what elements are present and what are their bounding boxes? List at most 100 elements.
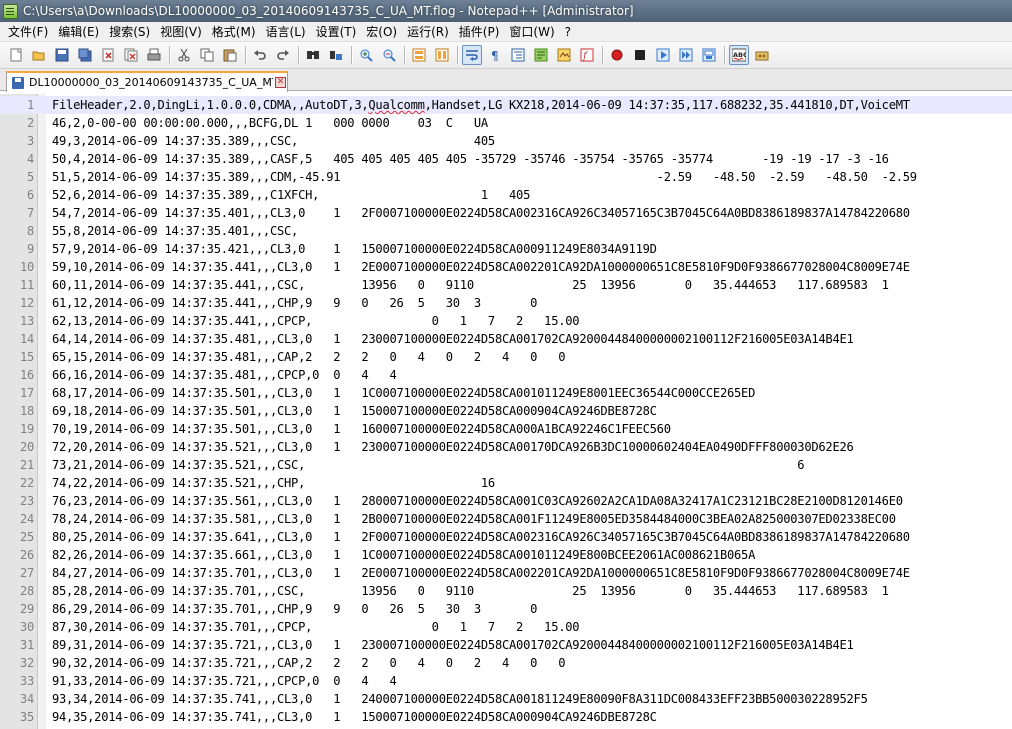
run-macro-multiple-button[interactable]	[676, 45, 696, 65]
editor-line[interactable]: 22 74,22,2014-06-09 14:37:35.521,,,CHP, 1…	[0, 474, 1012, 492]
title-bar: C:\Users\a\Downloads\DL10000000_03_20140…	[0, 0, 1012, 22]
editor-line[interactable]: 9 57,9,2014-06-09 14:37:35.421,,,CL3,0 1 …	[0, 240, 1012, 258]
notepad-plus-plus-icon	[3, 3, 18, 19]
open-file-button[interactable]	[29, 45, 49, 65]
editor-line[interactable]: 18 69,18,2014-06-09 14:37:35.501,,,CL3,0 …	[0, 402, 1012, 420]
editor-line[interactable]: 1 FileHeader,2.0,DingLi,1.0.0.0,CDMA,,Aut…	[0, 96, 1012, 114]
plugin-button[interactable]	[752, 45, 772, 65]
editor-line[interactable]: 24 78,24,2014-06-09 14:37:35.581,,,CL3,0 …	[0, 510, 1012, 528]
menu-item-1[interactable]: 编辑(E)	[54, 22, 105, 42]
close-all-button[interactable]	[121, 45, 141, 65]
editor-line[interactable]: 34 93,34,2014-06-09 14:37:35.741,,,CL3,0 …	[0, 690, 1012, 708]
line-text: 68,17,2014-06-09 14:37:35.501,,,CL3,0 1 …	[52, 386, 756, 400]
tab-flog-file[interactable]: DL10000000_03_20140609143735_C_UA_MT.flo…	[6, 71, 288, 92]
function-list-button[interactable]: f	[577, 45, 597, 65]
editor-line[interactable]: 25 80,25,2014-06-09 14:37:35.641,,,CL3,0 …	[0, 528, 1012, 546]
editor-line[interactable]: 7 54,7,2014-06-09 14:37:35.401,,,CL3,0 1 …	[0, 204, 1012, 222]
print-button[interactable]	[144, 45, 164, 65]
line-text: 86,29,2014-06-09 14:37:35.701,,,CHP,9 9 …	[52, 602, 538, 616]
line-number: 6	[27, 188, 34, 202]
menu-item-2[interactable]: 搜索(S)	[105, 22, 156, 42]
stop-macro-button[interactable]	[630, 45, 650, 65]
redo-button[interactable]	[273, 45, 293, 65]
menu-item-3[interactable]: 视图(V)	[156, 22, 208, 42]
toolbar-separator	[351, 46, 352, 64]
editor-line[interactable]: 14 64,14,2014-06-09 14:37:35.481,,,CL3,0 …	[0, 330, 1012, 348]
word-wrap-button[interactable]	[462, 45, 482, 65]
editor-line[interactable]: 11 60,11,2014-06-09 14:37:35.441,,,CSC, 1…	[0, 276, 1012, 294]
undo-button[interactable]	[250, 45, 270, 65]
sync-horizontal-button[interactable]	[432, 45, 452, 65]
toolbar-separator	[298, 46, 299, 64]
close-icon	[102, 48, 114, 62]
record-macro-button[interactable]	[607, 45, 627, 65]
editor-line[interactable]: 26 82,26,2014-06-09 14:37:35.661,,,CL3,0 …	[0, 546, 1012, 564]
find-button[interactable]	[303, 45, 323, 65]
editor[interactable]: 1 FileHeader,2.0,DingLi,1.0.0.0,CDMA,,Aut…	[0, 94, 1012, 729]
sync-vertical-button[interactable]	[409, 45, 429, 65]
line-number: 4	[27, 152, 34, 166]
save-all-button[interactable]	[75, 45, 95, 65]
line-text: 69,18,2014-06-09 14:37:35.501,,,CL3,0 1 …	[52, 404, 657, 418]
line-text: 61,12,2014-06-09 14:37:35.441,,,CHP,9 9 …	[52, 296, 538, 310]
paste-button[interactable]	[220, 45, 240, 65]
editor-line[interactable]: 15 65,15,2014-06-09 14:37:35.481,,,CAP,2 …	[0, 348, 1012, 366]
editor-line[interactable]: 2 46,2,0-00-00 00:00:00.000,,,BCFG,DL 1 0…	[0, 114, 1012, 132]
menu-item-6[interactable]: 设置(T)	[312, 22, 363, 42]
editor-line[interactable]: 17 68,17,2014-06-09 14:37:35.501,,,CL3,0 …	[0, 384, 1012, 402]
save-button[interactable]	[52, 45, 72, 65]
editor-line[interactable]: 28 85,28,2014-06-09 14:37:35.701,,,CSC, 1…	[0, 582, 1012, 600]
line-text: 55,8,2014-06-09 14:37:35.401,,,CSC,	[52, 224, 299, 238]
zoom-in-button[interactable]	[356, 45, 376, 65]
menu-item-11[interactable]: ?	[561, 22, 577, 42]
editor-line[interactable]: 8 55,8,2014-06-09 14:37:35.401,,,CSC,	[0, 222, 1012, 240]
editor-line[interactable]: 10 59,10,2014-06-09 14:37:35.441,,,CL3,0 …	[0, 258, 1012, 276]
editor-line[interactable]: 33 91,33,2014-06-09 14:37:35.721,,,CPCP,0…	[0, 672, 1012, 690]
editor-line[interactable]: 31 89,31,2014-06-09 14:37:35.721,,,CL3,0 …	[0, 636, 1012, 654]
replace-button[interactable]	[326, 45, 346, 65]
editor-line[interactable]: 3 49,3,2014-06-09 14:37:35.389,,,CSC, 405	[0, 132, 1012, 150]
menu-item-9[interactable]: 插件(P)	[455, 22, 506, 42]
line-number: 5	[27, 170, 34, 184]
editor-line[interactable]: 16 66,16,2014-06-09 14:37:35.481,,,CPCP,0…	[0, 366, 1012, 384]
spell-check-button[interactable]: ABC	[729, 45, 749, 65]
menu-item-5[interactable]: 语言(L)	[262, 22, 312, 42]
line-text: 46,2,0-00-00 00:00:00.000,,,BCFG,DL 1 00…	[52, 116, 488, 130]
editor-line[interactable]: 19 70,19,2014-06-09 14:37:35.501,,,CL3,0 …	[0, 420, 1012, 438]
indent-guide-button[interactable]	[508, 45, 528, 65]
editor-line[interactable]: 21 73,21,2014-06-09 14:37:35.521,,,CSC, 6	[0, 456, 1012, 474]
menu-item-4[interactable]: 格式(M)	[208, 22, 262, 42]
editor-line[interactable]: 29 86,29,2014-06-09 14:37:35.701,,,CHP,9 …	[0, 600, 1012, 618]
menu-item-0[interactable]: 文件(F)	[4, 22, 54, 42]
editor-line[interactable]: 27 84,27,2014-06-09 14:37:35.701,,,CL3,0 …	[0, 564, 1012, 582]
close-button[interactable]	[98, 45, 118, 65]
line-number: 29	[20, 602, 34, 616]
line-text: FileHeader,2.0,DingLi,1.0.0.0,CDMA,,Auto…	[52, 98, 910, 112]
save-macro-button[interactable]	[699, 45, 719, 65]
zoom-out-button[interactable]	[379, 45, 399, 65]
editor-line[interactable]: 35 94,35,2014-06-09 14:37:35.741,,,CL3,0 …	[0, 708, 1012, 726]
menu-item-7[interactable]: 宏(O)	[362, 22, 403, 42]
tab-close-icon[interactable]: ✕	[275, 77, 286, 88]
doc-map-button[interactable]	[554, 45, 574, 65]
line-text: 85,28,2014-06-09 14:37:35.701,,,CSC, 139…	[52, 584, 889, 598]
line-text: 84,27,2014-06-09 14:37:35.701,,,CL3,0 1 …	[52, 566, 910, 580]
show-all-chars-button[interactable]: ¶	[485, 45, 505, 65]
line-text: 50,4,2014-06-09 14:37:35.389,,,CASF,5 40…	[52, 152, 889, 166]
editor-line[interactable]: 12 61,12,2014-06-09 14:37:35.441,,,CHP,9 …	[0, 294, 1012, 312]
editor-line[interactable]: 6 52,6,2014-06-09 14:37:35.389,,,C1XFCH, …	[0, 186, 1012, 204]
menu-item-10[interactable]: 窗口(W)	[505, 22, 560, 42]
menu-item-8[interactable]: 运行(R)	[403, 22, 455, 42]
cut-button[interactable]	[174, 45, 194, 65]
editor-line[interactable]: 23 76,23,2014-06-09 14:37:35.561,,,CL3,0 …	[0, 492, 1012, 510]
editor-line[interactable]: 5 51,5,2014-06-09 14:37:35.389,,,CDM,-45.…	[0, 168, 1012, 186]
new-file-button[interactable]	[6, 45, 26, 65]
play-macro-button[interactable]	[653, 45, 673, 65]
editor-line[interactable]: 4 50,4,2014-06-09 14:37:35.389,,,CASF,5 4…	[0, 150, 1012, 168]
editor-line[interactable]: 20 72,20,2014-06-09 14:37:35.521,,,CL3,0 …	[0, 438, 1012, 456]
copy-button[interactable]	[197, 45, 217, 65]
editor-line[interactable]: 13 62,13,2014-06-09 14:37:35.441,,,CPCP, …	[0, 312, 1012, 330]
user-lang-button[interactable]	[531, 45, 551, 65]
editor-line[interactable]: 32 90,32,2014-06-09 14:37:35.721,,,CAP,2 …	[0, 654, 1012, 672]
editor-line[interactable]: 30 87,30,2014-06-09 14:37:35.701,,,CPCP, …	[0, 618, 1012, 636]
